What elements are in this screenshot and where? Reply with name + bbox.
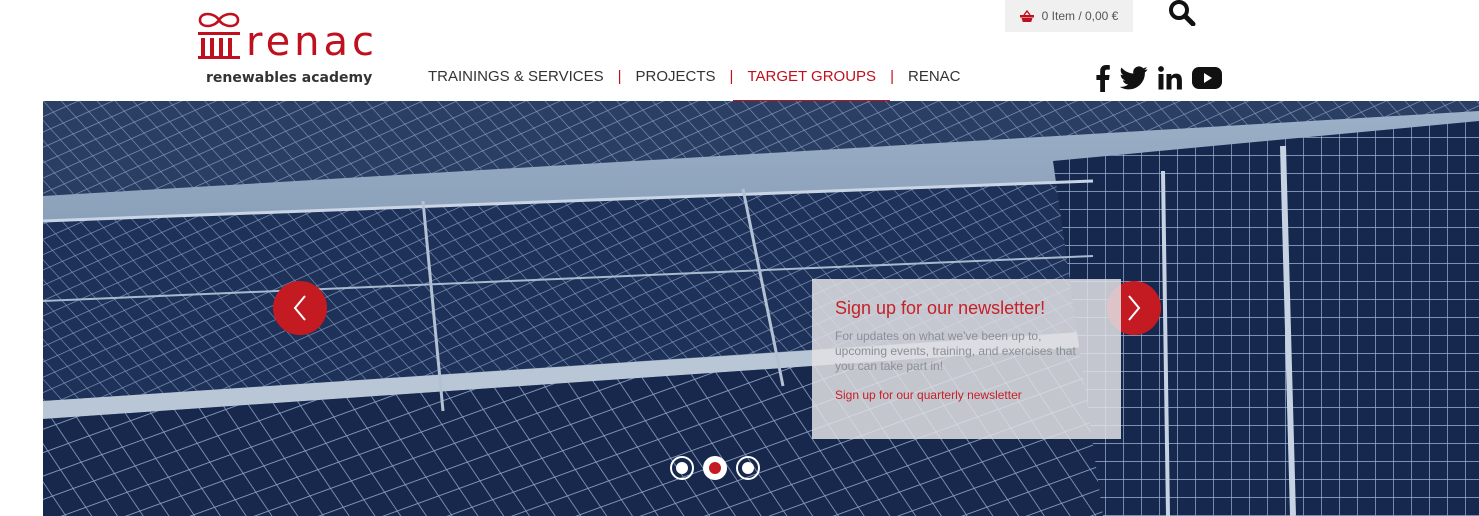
renac-logo[interactable]: renac renewables academy — [196, 10, 374, 90]
nav-item-renac[interactable]: RENAC — [908, 64, 961, 102]
logo-row: renac — [196, 10, 379, 65]
social-links — [1096, 64, 1222, 92]
newsletter-title: Sign up for our newsletter! — [835, 298, 1046, 318]
slider-pagination — [670, 456, 760, 480]
nav-item-projects[interactable]: PROJECTS — [636, 64, 716, 102]
column-infinity-logo-icon — [198, 12, 240, 59]
basket-icon — [1019, 10, 1034, 22]
chevron-right-icon — [1128, 295, 1141, 321]
linkedin-icon[interactable] — [1158, 64, 1182, 92]
main-nav: TRAININGS & SERVICES | PROJECTS | TARGET… — [428, 64, 961, 102]
twitter-icon[interactable] — [1120, 64, 1148, 92]
youtube-icon[interactable] — [1192, 64, 1222, 92]
cart-button[interactable]: 0 Item / 0,00 € — [1005, 0, 1133, 32]
facebook-icon[interactable] — [1096, 64, 1110, 92]
chevron-left-icon — [293, 295, 306, 321]
nav-separator: | — [890, 68, 894, 85]
logo-wordmark: renac — [246, 19, 379, 65]
hero-slider: Sign up for our newsletter! For updates … — [43, 101, 1479, 516]
solar-panels-image — [43, 101, 1479, 516]
newsletter-signup-link[interactable]: Sign up for our quarterly newsletter — [835, 388, 1099, 402]
logo-tagline: renewables academy — [206, 70, 373, 86]
nav-item-trainings[interactable]: TRAININGS & SERVICES — [428, 64, 604, 102]
slider-dot-1[interactable] — [670, 456, 694, 480]
newsletter-box: Sign up for our newsletter! For updates … — [812, 279, 1121, 439]
slider-prev-button[interactable] — [273, 281, 327, 335]
search-icon[interactable] — [1168, 0, 1196, 26]
nav-item-target-groups[interactable]: TARGET GROUPS — [733, 64, 891, 102]
nav-separator: | — [617, 68, 622, 85]
newsletter-text: For updates on what we've been up to, up… — [835, 329, 1076, 373]
cart-label: 0 Item / 0,00 € — [1041, 9, 1119, 23]
page: renac renewables academy 0 Item / 0,00 €… — [0, 0, 1479, 516]
slider-dot-2[interactable] — [703, 456, 727, 480]
slider-dot-3[interactable] — [736, 456, 760, 480]
